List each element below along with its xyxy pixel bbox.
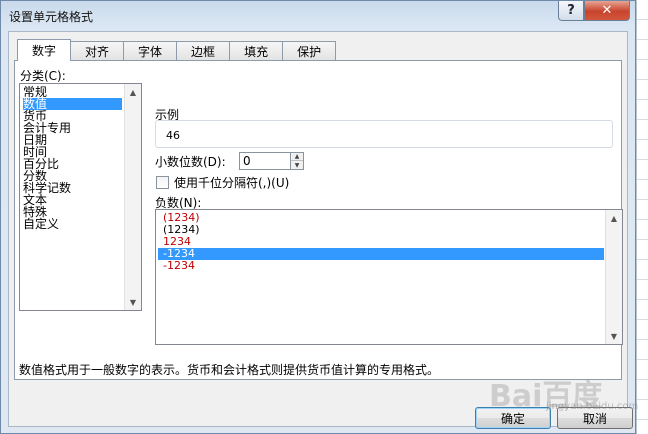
negative-format-item[interactable]: 1234 xyxy=(158,236,604,248)
dialog-title: 设置单元格格式 xyxy=(9,10,94,24)
tab-protection[interactable]: 保护 xyxy=(282,41,337,61)
negative-format-item[interactable]: (1234) xyxy=(158,212,604,224)
tab-font[interactable]: 字体 xyxy=(123,41,178,61)
category-item-custom[interactable]: 自定义 xyxy=(23,218,59,230)
category-label: 分类(C): xyxy=(20,69,66,83)
thousands-separator-option[interactable]: 使用千位分隔符(,)(U) xyxy=(156,174,289,191)
decimal-places-label: 小数位数(D): xyxy=(155,155,226,169)
decimal-places-spinner[interactable]: ▲ ▼ xyxy=(291,152,304,170)
decimal-places-input[interactable]: 0 xyxy=(239,152,291,170)
negative-format-item[interactable]: -1234 xyxy=(158,260,604,272)
thousands-separator-label: 使用千位分隔符(,)(U) xyxy=(174,176,290,190)
scroll-down-icon[interactable]: ▼ xyxy=(125,294,141,310)
title-bar[interactable]: 设置单元格格式 ? ✕ xyxy=(1,1,635,31)
close-icon: ✕ xyxy=(601,3,613,18)
scroll-up-icon[interactable]: ▲ xyxy=(606,210,622,226)
negative-numbers-scrollbar[interactable]: ▲ ▼ xyxy=(605,210,622,344)
tab-number[interactable]: 数字 xyxy=(17,39,72,61)
negative-format-item[interactable]: (1234) xyxy=(158,224,604,236)
negative-format-item-selected[interactable]: -1234 xyxy=(158,248,604,260)
sample-value: 46 xyxy=(166,129,180,142)
scroll-up-icon[interactable]: ▲ xyxy=(125,84,141,100)
sample-box: 46 xyxy=(155,120,613,148)
scroll-down-icon[interactable]: ▼ xyxy=(606,328,622,344)
category-scrollbar[interactable]: ▲ ▼ xyxy=(124,84,141,310)
dialog-client-area: 数字 对齐 字体 边框 填充 保护 分类(C): 常规 数值 货币 会计专用 日… xyxy=(8,31,633,429)
number-tab-panel: 分类(C): 常规 数值 货币 会计专用 日期 时间 百分比 分数 科学记数 文… xyxy=(14,60,623,380)
format-description: 数值格式用于一般数字的表示。货币和会计格式则提供货币值计算的专用格式。 xyxy=(19,363,440,377)
close-button[interactable]: ✕ xyxy=(584,1,630,21)
tab-fill[interactable]: 填充 xyxy=(229,41,284,61)
spin-down-icon[interactable]: ▼ xyxy=(291,161,303,169)
help-button[interactable]: ? xyxy=(558,1,584,21)
spreadsheet-background xyxy=(636,0,648,434)
thousands-separator-checkbox[interactable] xyxy=(156,176,169,189)
baidu-watermark-url: jingyan.baidu.com xyxy=(546,401,639,412)
tab-strip: 数字 对齐 字体 边框 填充 保护 xyxy=(17,39,337,61)
negative-numbers-list[interactable]: (1234) (1234) 1234 -1234 -1234 ▲ ▼ xyxy=(155,209,623,345)
category-list[interactable]: 常规 数值 货币 会计专用 日期 时间 百分比 分数 科学记数 文本 特殊 自定… xyxy=(19,83,142,311)
tab-border[interactable]: 边框 xyxy=(176,41,231,61)
format-cells-dialog: 设置单元格格式 ? ✕ 数字 对齐 字体 边框 填充 保护 分类(C): 常规 … xyxy=(0,0,639,434)
help-icon: ? xyxy=(567,3,575,18)
tab-alignment[interactable]: 对齐 xyxy=(70,41,125,61)
spin-up-icon[interactable]: ▲ xyxy=(291,153,303,161)
